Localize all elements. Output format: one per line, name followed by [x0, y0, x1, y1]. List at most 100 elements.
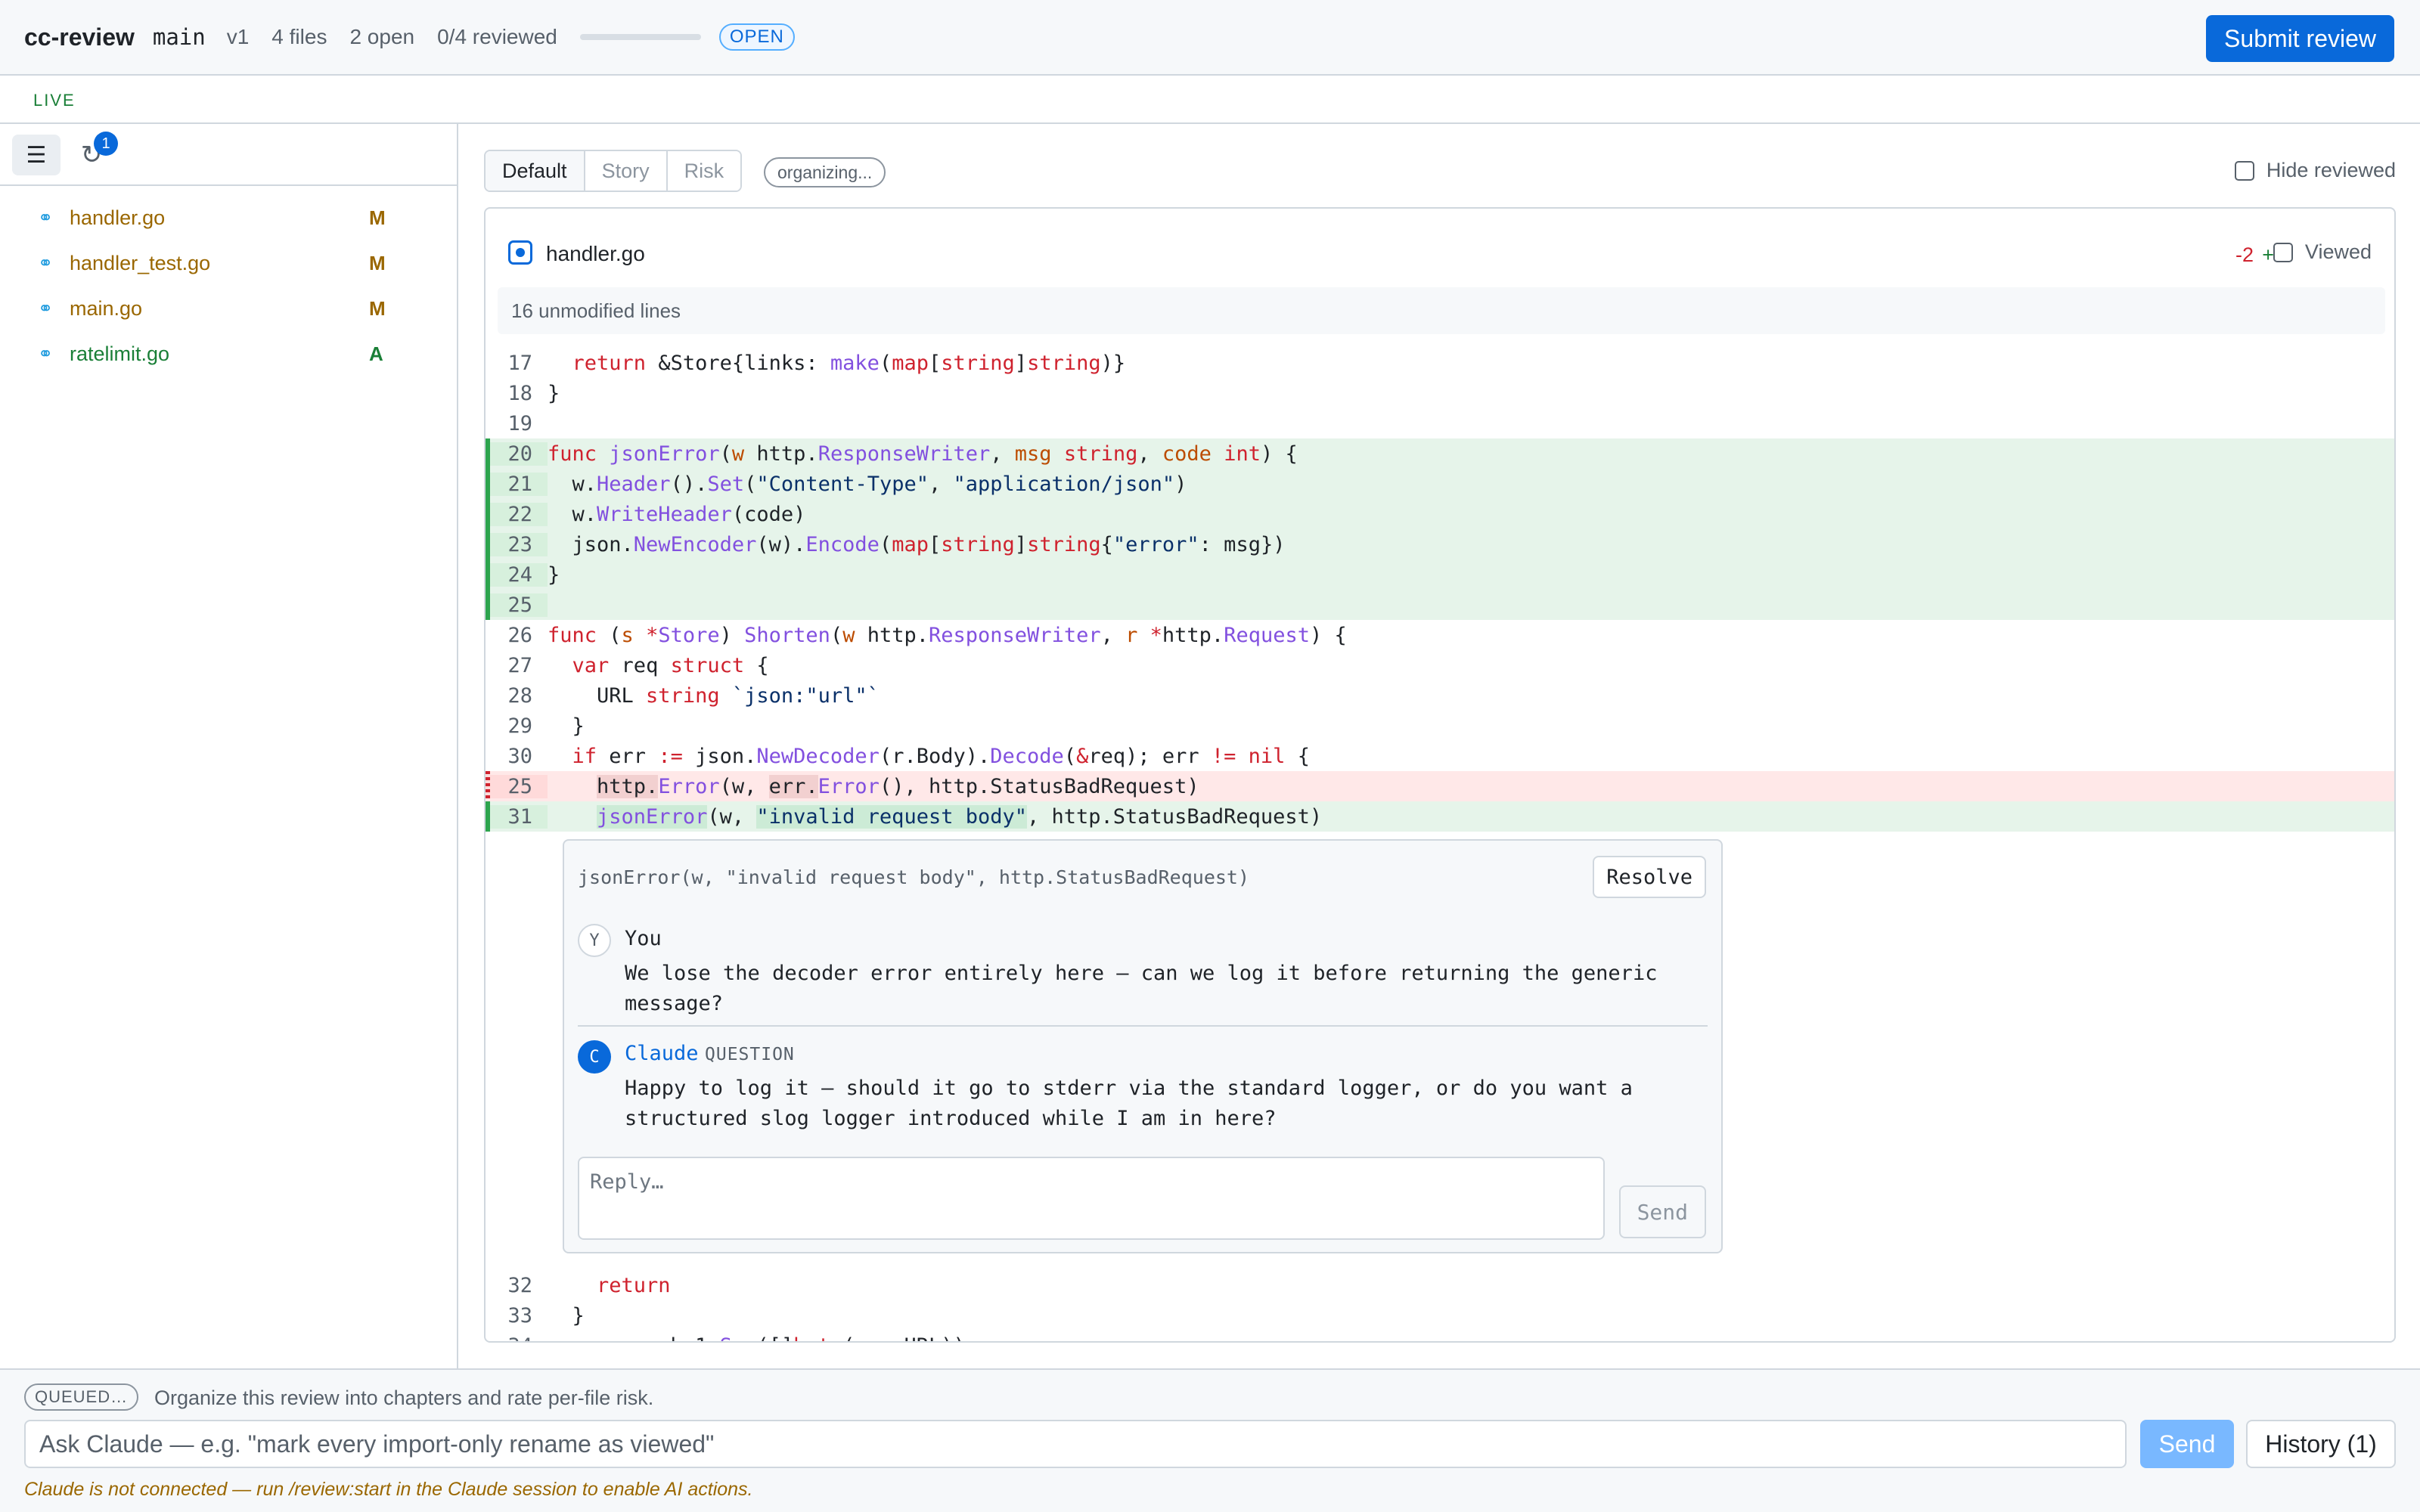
sidebar-file-item[interactable]: ⚭ handler_test.go M	[0, 240, 457, 286]
file-sidebar: ☰ ↻ 1 ⚭ handler.go M ⚭ handler_test.go M…	[0, 124, 458, 1368]
live-indicator: LIVE	[33, 91, 76, 110]
code-line: 30 if err := json.NewDecoder(r.Body).Dec…	[486, 741, 2394, 771]
line-number: 19	[507, 411, 532, 435]
sidebar-file-item[interactable]: ⚭ main.go M	[0, 286, 457, 331]
file-status: M	[369, 206, 386, 229]
viewed-label: Viewed	[2304, 240, 2372, 263]
main-panel: Default Story Risk organizing... Hide re…	[460, 124, 2420, 1368]
code-line: 18}	[486, 378, 2394, 408]
comment-body: Happy to log it — should it go to stderr…	[625, 1077, 1633, 1130]
line-number: 17	[507, 351, 532, 375]
review-progress-bar	[579, 34, 701, 40]
files-count: 4 files	[271, 25, 327, 48]
unmodified-lines-expander[interactable]: 16 unmodified lines	[498, 287, 2385, 334]
line-number: 29	[507, 714, 532, 738]
code-line-added: 22 w.WriteHeader(code)	[486, 499, 2394, 529]
notification-badge: 1	[94, 132, 118, 156]
file-title: handler.go	[546, 242, 645, 265]
code-diff: 17 return &Store{links: make(map[string]…	[486, 348, 2394, 1341]
link-icon: ⚭	[38, 253, 54, 274]
divider	[578, 1025, 1708, 1027]
queued-badge: QUEUED…	[24, 1383, 139, 1411]
avatar: Y	[578, 924, 611, 957]
sidebar-tabs: ☰ ↻ 1	[0, 124, 457, 186]
comment-type-tag: QUESTION	[705, 1045, 795, 1064]
file-name: main.go	[70, 296, 143, 320]
sidebar-file-item[interactable]: ⚭ ratelimit.go A	[0, 331, 457, 376]
list-tree-icon: ☰	[26, 142, 47, 168]
code-line-added: 25	[486, 590, 2394, 620]
submit-review-button[interactable]: Submit review	[2206, 15, 2394, 62]
open-count: 2 open	[349, 25, 415, 48]
app-title: cc-review	[24, 23, 135, 51]
queued-task-text: Organize this review into chapters and r…	[154, 1387, 654, 1409]
line-number: 22	[486, 502, 548, 526]
tab-story[interactable]: Story	[585, 151, 668, 191]
code-line: 17 return &Store{links: make(map[string]…	[486, 348, 2394, 378]
resolve-button[interactable]: Resolve	[1593, 856, 1706, 898]
file-status: M	[369, 251, 386, 274]
tab-risk[interactable]: Risk	[667, 151, 741, 191]
branch-name: main	[152, 24, 206, 50]
viewed-checkbox[interactable]	[2273, 242, 2293, 262]
code-line-added: 23 json.NewEncoder(w).Encode(map[string]…	[486, 529, 2394, 559]
comment-body: We lose the decoder error entirely here …	[625, 962, 1658, 1015]
file-tree-tab[interactable]: ☰	[12, 135, 60, 175]
sidebar-file-item[interactable]: ⚭ handler.go M	[0, 195, 457, 240]
reply-input[interactable]: Reply…	[578, 1157, 1605, 1240]
file-header: handler.go -2 +8 Viewed	[486, 209, 2394, 284]
line-number: 28	[507, 683, 532, 708]
ask-claude-input[interactable]: Ask Claude — e.g. "mark every import-onl…	[24, 1420, 2127, 1468]
file-radio-icon[interactable]	[508, 240, 532, 265]
file-diff-panel: handler.go -2 +8 Viewed 16 unmodified li…	[484, 207, 2396, 1343]
code-line: 28 URL string `json:"url"`	[486, 680, 2394, 711]
send-reply-button[interactable]: Send	[1618, 1185, 1706, 1238]
code-line: 19	[486, 408, 2394, 438]
hide-reviewed-toggle[interactable]: Hide reviewed	[2234, 159, 2396, 182]
connection-warning: Claude is not connected — run /review:st…	[24, 1479, 753, 1500]
line-number: 26	[507, 623, 532, 647]
comment-author: You	[625, 927, 662, 950]
line-number: 20	[486, 442, 548, 466]
hide-reviewed-label: Hide reviewed	[2266, 159, 2396, 181]
organizing-status: organizing...	[764, 157, 886, 187]
comment-thread: jsonError(w, "invalid request body", htt…	[563, 839, 1723, 1253]
deletions-count: -2	[2235, 243, 2254, 266]
code-line: 27 var req struct {	[486, 650, 2394, 680]
code-line-added[interactable]: 31 jsonError(w, "invalid request body", …	[486, 801, 2394, 832]
reviewed-count: 0/4 reviewed	[437, 25, 557, 48]
send-button[interactable]: Send	[2140, 1420, 2234, 1468]
viewed-toggle[interactable]: Viewed	[2273, 240, 2372, 264]
comment-author: Claude	[625, 1042, 699, 1065]
code-line-added: 20 func jsonError(w http.ResponseWriter, …	[486, 438, 2394, 469]
line-number: 18	[507, 381, 532, 405]
tab-default[interactable]: Default	[486, 151, 585, 191]
version-label: v1	[226, 25, 250, 48]
file-name: handler.go	[70, 206, 166, 229]
code-line: 26 func (s *Store) Shorten(w http.Respons…	[486, 620, 2394, 650]
link-icon: ⚭	[38, 344, 54, 364]
line-number: 24	[486, 562, 548, 587]
avatar: C	[578, 1040, 611, 1074]
line-number: 25	[486, 774, 548, 798]
link-icon: ⚭	[38, 299, 54, 319]
view-mode-tabs: Default Story Risk	[484, 150, 743, 192]
code-line: 29 }	[486, 711, 2394, 741]
line-number: 31	[486, 804, 548, 829]
line-number: 27	[507, 653, 532, 677]
thread-code-snippet: jsonError(w, "invalid request body", htt…	[578, 866, 1250, 888]
link-icon: ⚭	[38, 208, 54, 228]
history-button[interactable]: History (1)	[2246, 1420, 2396, 1468]
file-name: ratelimit.go	[70, 342, 170, 365]
line-number: 25	[486, 593, 548, 617]
line-number: 33	[507, 1303, 532, 1328]
line-number: 23	[486, 532, 548, 556]
top-bar: cc-review main v1 4 files 2 open 0/4 rev…	[0, 0, 2420, 76]
live-bar: LIVE	[0, 77, 2420, 124]
comment-thread-row: jsonError(w, "invalid request body", htt…	[486, 832, 2394, 1270]
file-status: M	[369, 296, 386, 320]
code-line-removed: 25 http.Error(w, err.Error(), http.Statu…	[486, 771, 2394, 801]
hide-reviewed-checkbox[interactable]	[2234, 160, 2254, 181]
file-status: A	[369, 342, 383, 365]
file-name: handler_test.go	[70, 251, 211, 274]
